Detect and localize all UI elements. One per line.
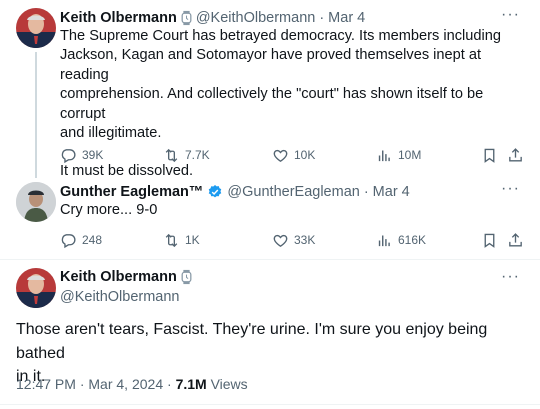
avatar-keith-olbermann[interactable] [16,8,56,48]
repost-count: 1K [185,233,200,247]
tweet-text-line: Cry more... 9-0 [60,202,158,218]
tweet-date[interactable]: Mar 4 [328,10,365,26]
author-name[interactable]: Keith Olbermann [60,269,177,285]
tweet-meta: 12:47 PM · Mar 4, 2024 · 7.1M Views [16,376,248,392]
bookmark-button[interactable] [481,145,498,165]
bookmark-button[interactable] [481,230,498,250]
bookmark-icon [481,147,498,164]
tweet-time[interactable]: 12:47 PM [16,376,76,392]
views-icon [376,147,393,164]
views-icon [376,232,393,249]
like-count: 33K [294,233,316,247]
more-icon[interactable]: ··· [501,181,520,197]
repost-count: 7.7K [185,148,210,162]
tweet-text-line: It must be dissolved. [60,163,194,180]
more-icon[interactable]: ··· [501,269,520,285]
separator-dot: · [363,184,369,200]
tweet-date[interactable]: Mar 4 [373,184,410,200]
author-name-row: Keith Olbermann [60,269,192,285]
tweet-keith-olbermann[interactable]: Keith Olbermann @KeithOlbermann · Mar 4 … [0,7,540,180]
views-label: Views [210,376,248,392]
tweet-full-date[interactable]: Mar 4, 2024 [88,376,163,392]
like-count: 10K [294,148,316,162]
tweet-text-line: Jackson, Kagan and Sotomayor have proved… [60,47,482,83]
tweet-text-line: Those aren't tears, Fascist. They're uri… [16,321,488,362]
share-button[interactable] [507,230,524,250]
tweet-actions: 39K 7.7K 10K 10M [60,145,530,165]
views-button[interactable]: 616K [376,230,426,250]
reply-button[interactable]: 39K [60,145,103,165]
views-count: 10M [398,148,422,162]
tweet-text: Cry more... 9-0 [60,201,520,220]
reply-button[interactable]: 248 [60,230,102,250]
divider [0,259,540,260]
bookmark-icon [481,232,498,249]
like-button[interactable]: 10K [272,145,315,165]
author-handle[interactable]: @GuntherEagleman [227,184,359,200]
reply-count: 39K [82,148,104,162]
avatar-keith-olbermann[interactable] [16,268,56,308]
repost-button[interactable]: 1K [163,230,200,250]
author-name[interactable]: Keith Olbermann [60,10,177,26]
separator-dot: · [167,376,172,392]
more-icon[interactable]: ··· [501,7,520,23]
watch-badge-icon [181,269,192,285]
views-total: 7.1M [175,376,207,392]
share-icon [507,232,524,249]
author-handle[interactable]: @KeithOlbermann [196,10,316,26]
like-button[interactable]: 33K [272,230,315,250]
share-button[interactable] [507,145,524,165]
separator-dot: · [319,10,325,26]
separator-dot: · [79,376,85,392]
reply-icon [60,232,77,249]
tweet-actions: 248 1K 33K 616K [60,230,530,250]
divider [0,404,540,405]
author-handle[interactable]: @KeithOlbermann [60,289,180,305]
author-name[interactable]: Gunther Eagleman™ [60,184,203,200]
tweet-text-line: The Supreme Court has betrayed democracy… [60,28,501,44]
reply-count: 248 [82,233,103,247]
tweet-text-line: and illegitimate. [60,125,162,142]
thread-line [35,52,37,178]
verified-badge-icon [207,184,223,200]
like-icon [272,232,289,249]
like-icon [272,147,289,164]
watch-badge-icon [181,10,192,26]
repost-button[interactable]: 7.7K [163,145,210,165]
tweet-header: Keith Olbermann @KeithOlbermann · Mar 4 [60,8,365,28]
views-button[interactable]: 10M [376,145,421,165]
repost-icon [163,147,180,164]
repost-icon [163,232,180,249]
main-tweet: Keith Olbermann @KeithOlbermann ··· Thos… [0,268,540,409]
tweet-gunther-eagleman[interactable]: Gunther Eagleman™ @GuntherEagleman · Mar… [0,181,540,252]
tweet-text-line: comprehension. And collectively the "cou… [60,86,484,122]
views-count: 616K [398,233,427,247]
share-icon [507,147,524,164]
reply-icon [60,147,77,164]
avatar-gunther-eagleman[interactable] [16,182,56,222]
tweet-header: Gunther Eagleman™ @GuntherEagleman · Mar… [60,182,410,202]
